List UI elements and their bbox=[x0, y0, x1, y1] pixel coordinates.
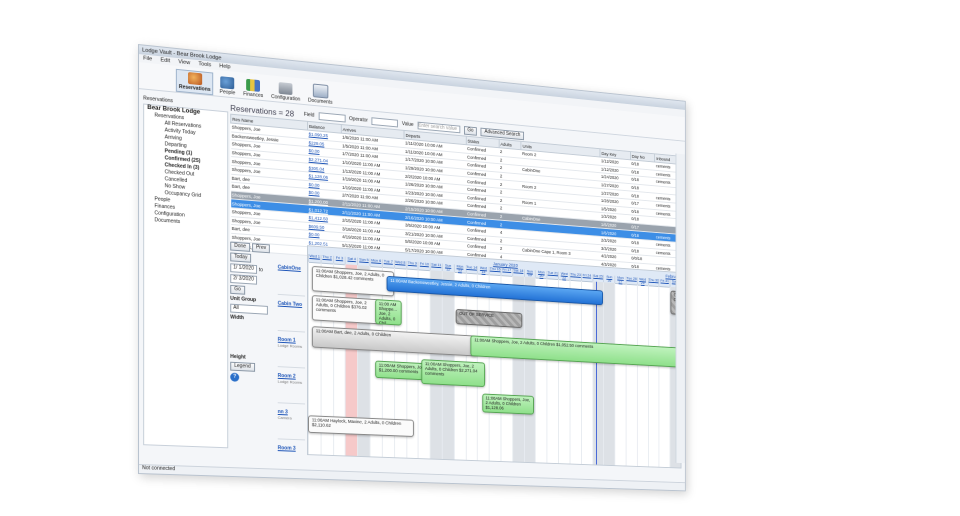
room-link[interactable]: CabinOne bbox=[278, 265, 301, 272]
room-row: CabinOne bbox=[277, 258, 306, 297]
day-column bbox=[512, 275, 524, 462]
menu-tools[interactable]: Tools bbox=[198, 61, 211, 68]
day-column bbox=[636, 284, 648, 467]
legend-button[interactable]: Legend bbox=[230, 361, 255, 372]
menu-edit[interactable]: Edit bbox=[160, 57, 170, 64]
help-icon[interactable]: ? bbox=[230, 372, 240, 382]
configuration-icon bbox=[278, 82, 293, 96]
day-column bbox=[569, 279, 581, 464]
room-list: CabinOne Cabin Two Room 1 Lodge Rooms Room 2… bbox=[277, 258, 306, 477]
reservations-button[interactable]: Reservations bbox=[175, 68, 214, 96]
today-button[interactable]: Today bbox=[230, 252, 252, 263]
room-link[interactable]: Cabin Two bbox=[278, 301, 302, 308]
day-column bbox=[625, 283, 637, 466]
menu-file[interactable]: File bbox=[143, 56, 152, 63]
day-column bbox=[488, 274, 501, 462]
schedule-controls: Done Prev Today 1/ 1/2020 to 2/ 3/2020 G… bbox=[230, 240, 276, 454]
unit-group-select[interactable]: All bbox=[230, 303, 268, 315]
room-link[interactable]: Room 3 bbox=[278, 445, 296, 452]
menu-help[interactable]: Help bbox=[219, 63, 230, 70]
stage: Lodge Vault - Bear Brook Lodge File Edit… bbox=[0, 0, 960, 516]
go-button[interactable]: Go bbox=[463, 125, 478, 136]
height-slider[interactable] bbox=[230, 338, 276, 354]
booking-bar[interactable]: 11:00AM Shoppers, Joe, 2 Adults, 0 Child… bbox=[481, 393, 534, 415]
people-icon bbox=[220, 76, 235, 90]
day-column bbox=[647, 285, 659, 467]
documents-label: Documents bbox=[308, 97, 333, 106]
room-row: Room 2 Lodge Rooms bbox=[277, 367, 306, 405]
status-bar: Not connected bbox=[139, 464, 685, 491]
room-row: Room 1 Lodge Rooms bbox=[277, 330, 306, 369]
room-row: nn 3 Camera bbox=[277, 403, 306, 441]
booking-bar[interactable]: 11:00AM Shoppers, Joe, 2 Adults, 0 Child… bbox=[311, 265, 395, 297]
value-label: Value bbox=[401, 121, 414, 128]
occupancy-timeline: January 2020 Februar Wed 1 Thu 2 Fri 3 Sat … bbox=[307, 245, 682, 469]
field-select[interactable] bbox=[318, 112, 346, 123]
schedule-go-button[interactable]: Go bbox=[230, 284, 245, 295]
app-window: Lodge Vault - Bear Brook Lodge File Edit… bbox=[138, 44, 686, 492]
operator-select[interactable] bbox=[371, 117, 399, 128]
navigation-tree: Bear Brook Lodge Reservations All Reserv… bbox=[143, 103, 229, 449]
reservations-label: Reservations bbox=[178, 83, 211, 94]
from-date-input[interactable]: 1/ 1/2020 bbox=[230, 263, 257, 274]
day-column bbox=[535, 277, 547, 463]
menu-view[interactable]: View bbox=[178, 59, 190, 66]
room-row: Cabin Two bbox=[277, 294, 306, 333]
done-button[interactable]: Done bbox=[230, 241, 251, 252]
day-column bbox=[558, 279, 570, 464]
documents-button[interactable]: Documents bbox=[306, 82, 334, 107]
day-column bbox=[500, 275, 513, 462]
day-column bbox=[603, 282, 615, 466]
booking-bar[interactable]: 11:00 AM Shoppe... Joe, 2 Adults, 0 Chil… bbox=[374, 299, 402, 326]
prev-button[interactable]: Prev bbox=[252, 243, 271, 254]
day-column bbox=[580, 280, 593, 465]
finances-label: Finances bbox=[243, 91, 264, 100]
finances-button[interactable]: Finances bbox=[241, 77, 265, 100]
people-button[interactable]: People bbox=[218, 75, 238, 98]
finances-icon bbox=[246, 78, 261, 92]
to-date-input[interactable]: 2/ 3/2020 bbox=[230, 274, 257, 285]
width-slider[interactable] bbox=[230, 322, 276, 338]
configuration-button[interactable]: Configuration bbox=[269, 80, 302, 104]
right-side-panel bbox=[675, 153, 685, 464]
operator-label: Operator bbox=[349, 116, 368, 124]
booking-bar[interactable]: 11:00AM Shoppers, Joe, 2 Adults, 0 Child… bbox=[311, 295, 383, 325]
people-label: People bbox=[219, 88, 236, 97]
day-column bbox=[592, 281, 604, 465]
today-marker bbox=[595, 281, 597, 465]
main-panel: Reservations = 28 Field Operator Value E… bbox=[230, 102, 682, 477]
documents-icon bbox=[312, 83, 329, 99]
room-type: Camera bbox=[277, 414, 292, 421]
room-type: Lodge Rooms bbox=[277, 342, 303, 349]
day-column bbox=[523, 276, 536, 463]
schedule-panel: Done Prev Today 1/ 1/2020 to 2/ 3/2020 G… bbox=[230, 240, 682, 477]
field-label: Field bbox=[303, 111, 315, 119]
day-column bbox=[614, 283, 626, 466]
configuration-label: Configuration bbox=[271, 93, 301, 103]
height-label: Height bbox=[230, 353, 246, 361]
day-column bbox=[658, 286, 670, 468]
room-type: Lodge Rooms bbox=[277, 378, 303, 385]
to-label: to bbox=[258, 266, 263, 273]
reservations-icon bbox=[187, 71, 202, 86]
day-column bbox=[546, 278, 559, 464]
booking-bar[interactable]: 11:00AM Shoppers, Joe, 2 Adults, 0 Child… bbox=[421, 359, 486, 388]
